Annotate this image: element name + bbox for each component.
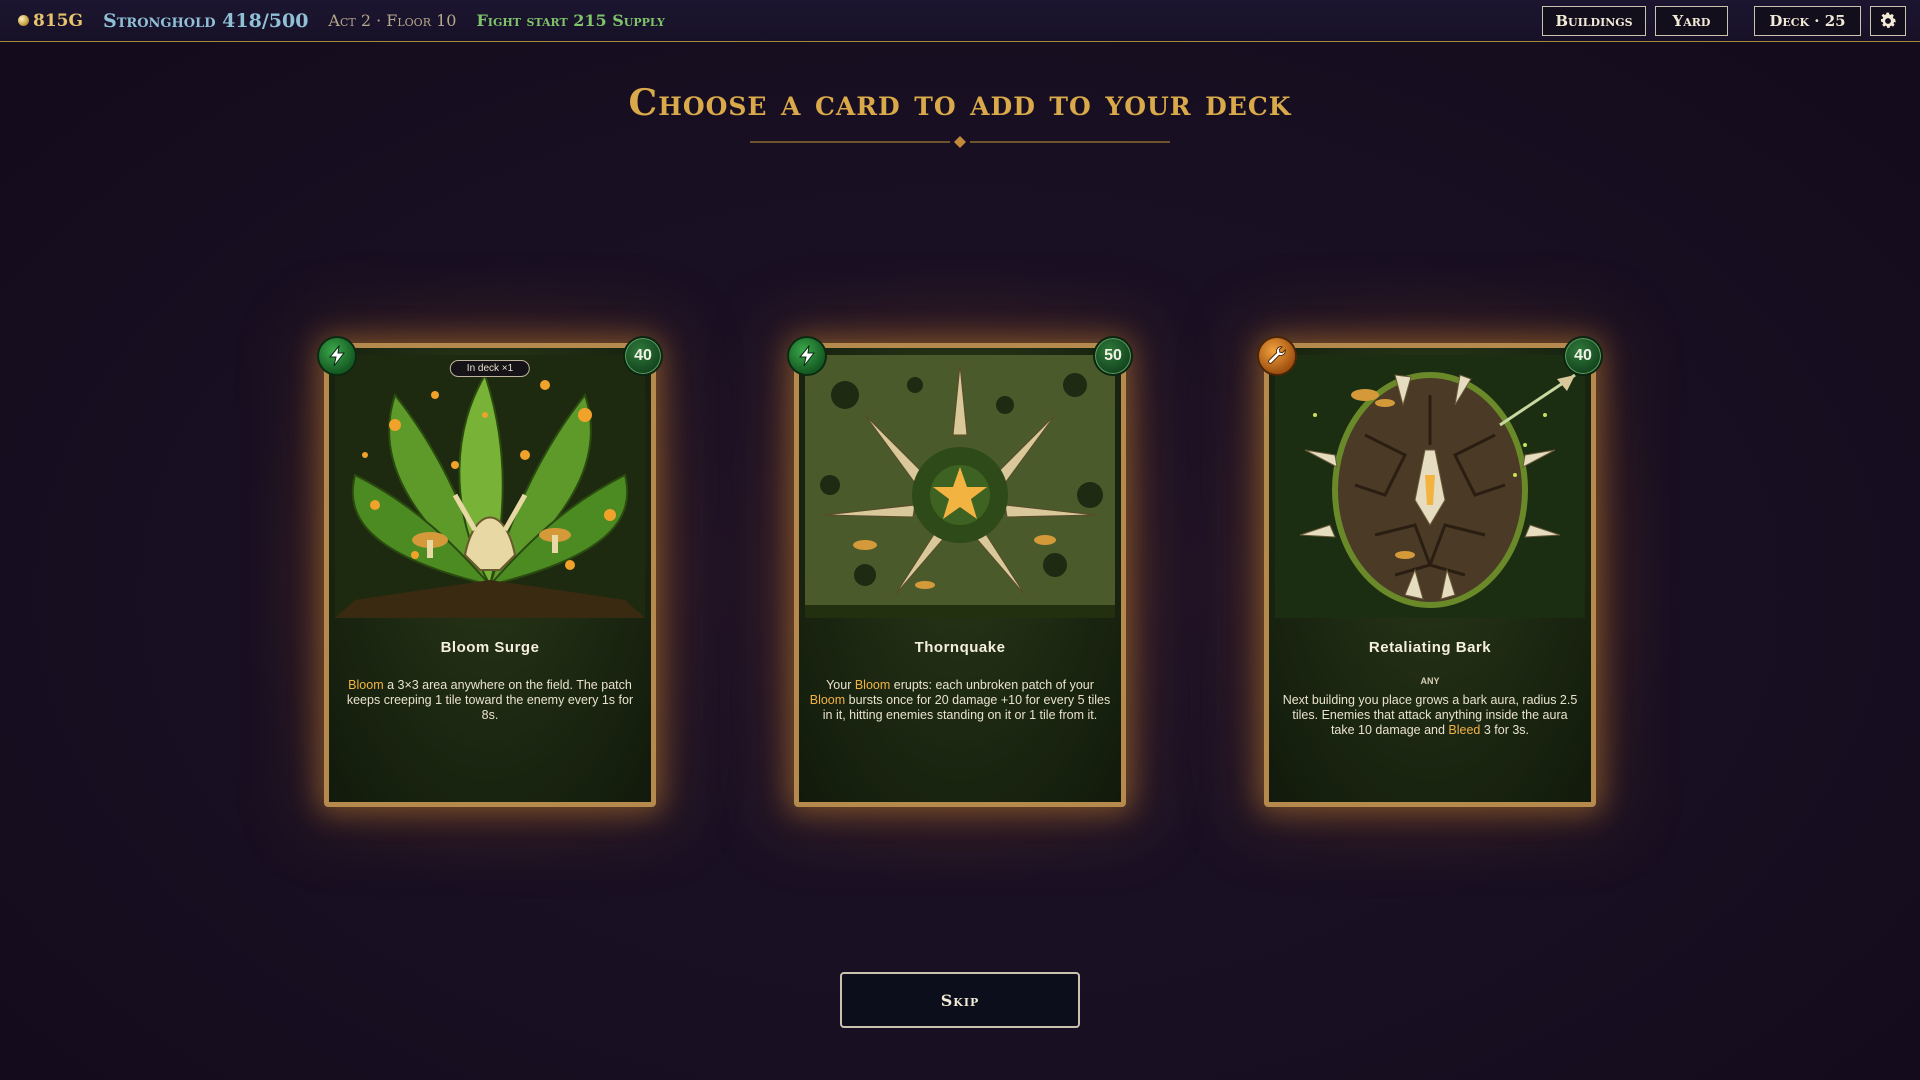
keyword-bloom: Bloom — [809, 693, 846, 707]
card-bloom-surge[interactable]: In deck ×1 40 Bloom Surge Bloom a 3×3 ar… — [317, 336, 663, 807]
top-bar: 815G Stronghold 418/500 Act 2 · Floor 10… — [0, 0, 1920, 42]
card-art — [805, 355, 1115, 618]
in-deck-badge: In deck ×1 — [449, 360, 531, 377]
card-type-badge — [1257, 336, 1297, 376]
keyword-bloom: Bloom — [348, 678, 384, 692]
card-type-badge — [787, 336, 827, 376]
lightning-icon — [798, 345, 816, 367]
coin-icon — [18, 15, 29, 26]
gold-amount: 815G — [33, 10, 84, 31]
card-cost: 40 — [1563, 336, 1603, 376]
card-cost: 40 — [623, 336, 663, 376]
stronghold-hp: Stronghold 418/500 — [103, 9, 309, 32]
card-title: Retaliating Bark — [1368, 639, 1492, 656]
card-description: Next building you place grows a bark aur… — [1282, 693, 1578, 737]
card-title: Thornquake — [914, 639, 1006, 656]
keyword-bleed: Bleed — [1448, 723, 1481, 737]
card-art: In deck ×1 — [335, 355, 645, 618]
page-title: Choose a card to add to your deck — [628, 82, 1292, 124]
deck-button[interactable]: Deck · 25 — [1754, 6, 1861, 36]
keyword-bloom: Bloom — [854, 678, 891, 692]
act-floor: Act 2 · Floor 10 — [328, 11, 457, 30]
card-retaliating-bark[interactable]: 40 Retaliating Bark Any Next building yo… — [1257, 336, 1603, 807]
buildings-button[interactable]: Buildings — [1542, 6, 1646, 36]
card-description: Bloom a 3×3 area anywhere on the field. … — [346, 678, 634, 722]
title-divider — [750, 136, 1170, 148]
card-art — [1275, 355, 1585, 618]
settings-button[interactable] — [1870, 6, 1906, 36]
gold-counter: 815G — [18, 11, 83, 31]
yard-button[interactable]: Yard — [1655, 6, 1728, 36]
card-description: Your Bloom erupts: each unbroken patch o… — [809, 678, 1111, 722]
lightning-icon — [328, 345, 346, 367]
card-thornquake[interactable]: 50 Thornquake Your Bloom erupts: each un… — [787, 336, 1133, 807]
skip-button[interactable]: Skip — [840, 972, 1080, 1028]
card-cost: 50 — [1093, 336, 1133, 376]
fight-supply: Fight start 215 Supply — [476, 11, 665, 30]
card-type-badge — [317, 336, 357, 376]
gear-icon — [1881, 12, 1896, 28]
card-target-tag: Any — [1420, 676, 1440, 686]
wrench-icon — [1268, 346, 1286, 364]
card-title: Bloom Surge — [440, 639, 540, 656]
